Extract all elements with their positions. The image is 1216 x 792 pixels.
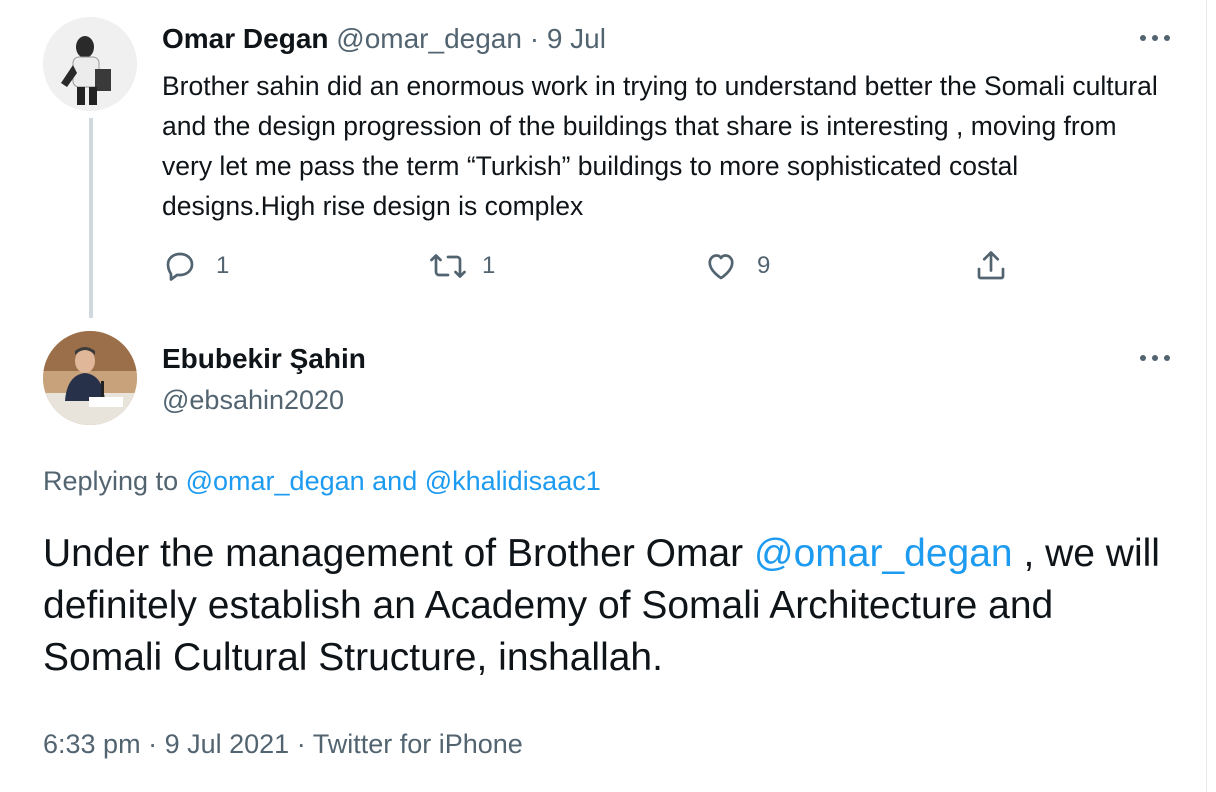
mention-link[interactable]: @khalidisaac1 bbox=[425, 466, 601, 496]
tweet-time[interactable]: 6:33 pm bbox=[43, 729, 141, 759]
replying-joiner: and bbox=[372, 466, 418, 496]
reply-button[interactable]: 1 bbox=[162, 248, 229, 284]
replying-to-line: Replying to @omar_degan and @khalidisaac… bbox=[43, 464, 601, 498]
retweet-icon bbox=[430, 254, 466, 278]
more-icon[interactable] bbox=[1140, 352, 1170, 364]
tweet-timestamp: 6:33 pm · 9 Jul 2021 · Twitter for iPhon… bbox=[43, 727, 523, 761]
mention-link[interactable]: @omar_degan bbox=[754, 532, 1013, 575]
retweet-button[interactable]: 1 bbox=[428, 248, 495, 284]
tweet-source[interactable]: Twitter for iPhone bbox=[313, 729, 523, 759]
thread-connector-line bbox=[89, 118, 93, 318]
tweet2-text: Under the management of Brother Omar @om… bbox=[43, 528, 1173, 684]
author-handle[interactable]: @omar_degan bbox=[336, 23, 522, 54]
author-handle[interactable]: @ebsahin2020 bbox=[162, 383, 344, 417]
retweet-count: 1 bbox=[482, 252, 496, 279]
avatar-omar-degan[interactable] bbox=[43, 17, 137, 111]
share-icon bbox=[977, 251, 1005, 280]
reply-count: 1 bbox=[216, 252, 230, 279]
share-button[interactable] bbox=[973, 248, 1009, 284]
separator: · bbox=[296, 729, 306, 759]
like-count: 9 bbox=[757, 252, 771, 279]
tweet1-text: Brother sahin did an enormous work in tr… bbox=[162, 71, 1158, 221]
replying-prefix: Replying to bbox=[43, 466, 179, 496]
author-name[interactable]: Ebubekir Şahin bbox=[162, 342, 366, 376]
tweet-date[interactable]: 9 Jul 2021 bbox=[165, 729, 290, 759]
tweet-text-part: Under the management of Brother Omar bbox=[43, 532, 744, 575]
avatar-ebubekir-sahin[interactable] bbox=[43, 331, 137, 425]
separator: · bbox=[148, 729, 158, 759]
more-icon[interactable] bbox=[1140, 32, 1170, 44]
reply-icon bbox=[166, 252, 194, 281]
author-name[interactable]: Omar Degan bbox=[162, 23, 329, 54]
avatar-photo bbox=[43, 331, 137, 425]
heart-icon bbox=[708, 254, 734, 280]
like-button[interactable]: 9 bbox=[703, 248, 770, 284]
tweet-date[interactable]: 9 Jul bbox=[547, 23, 606, 54]
mention-link[interactable]: @omar_degan bbox=[186, 466, 365, 496]
avatar-photo bbox=[43, 17, 137, 111]
tweet1-header: Omar Degan @omar_degan · 9 Jul bbox=[162, 22, 606, 56]
separator: · bbox=[529, 23, 540, 54]
